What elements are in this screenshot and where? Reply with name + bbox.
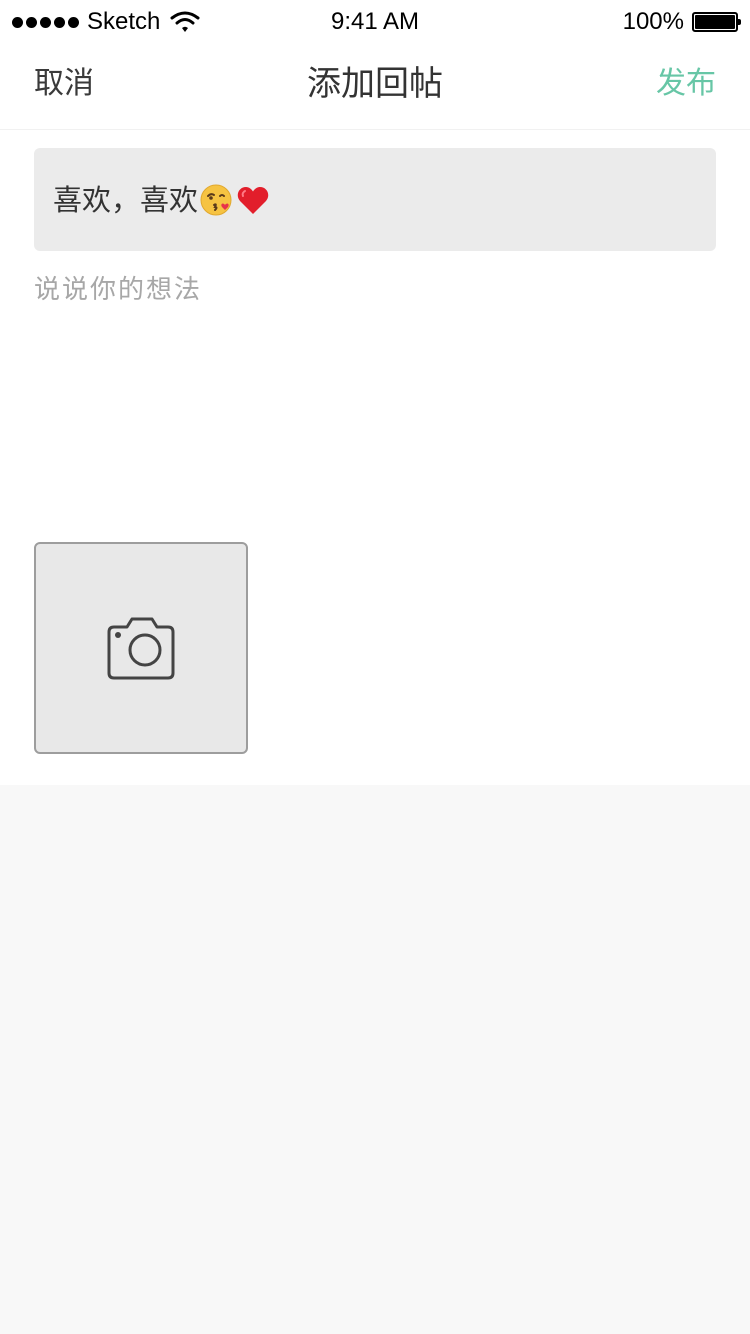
battery-icon xyxy=(692,12,741,32)
kissing-face-icon xyxy=(200,184,232,215)
status-right: 100% xyxy=(622,8,741,36)
reply-editor: 喜欢，喜欢 说说你的想法 xyxy=(0,130,750,785)
navigation-bar: 取消 添加回帖 发布 xyxy=(0,40,750,130)
quoted-text: 喜欢，喜欢 xyxy=(53,182,199,217)
reply-input-placeholder[interactable]: 说说你的想法 xyxy=(34,270,202,310)
publish-button[interactable]: 发布 xyxy=(656,64,716,104)
battery-level-fill xyxy=(695,15,735,29)
page-title: 添加回帖 xyxy=(307,64,443,104)
quoted-post: 喜欢，喜欢 xyxy=(34,148,716,251)
quoted-text-row: 喜欢，喜欢 xyxy=(53,182,270,218)
camera-icon xyxy=(107,617,175,680)
reply-screen: Sketch 9:41 AM 100% 取消 添加回帖 发布 喜欢，喜欢 说说你… xyxy=(0,0,750,1334)
red-heart-icon xyxy=(237,186,269,214)
battery-percentage: 100% xyxy=(622,8,684,35)
status-bar: Sketch 9:41 AM 100% xyxy=(0,0,750,40)
add-photo-button[interactable] xyxy=(34,542,248,754)
